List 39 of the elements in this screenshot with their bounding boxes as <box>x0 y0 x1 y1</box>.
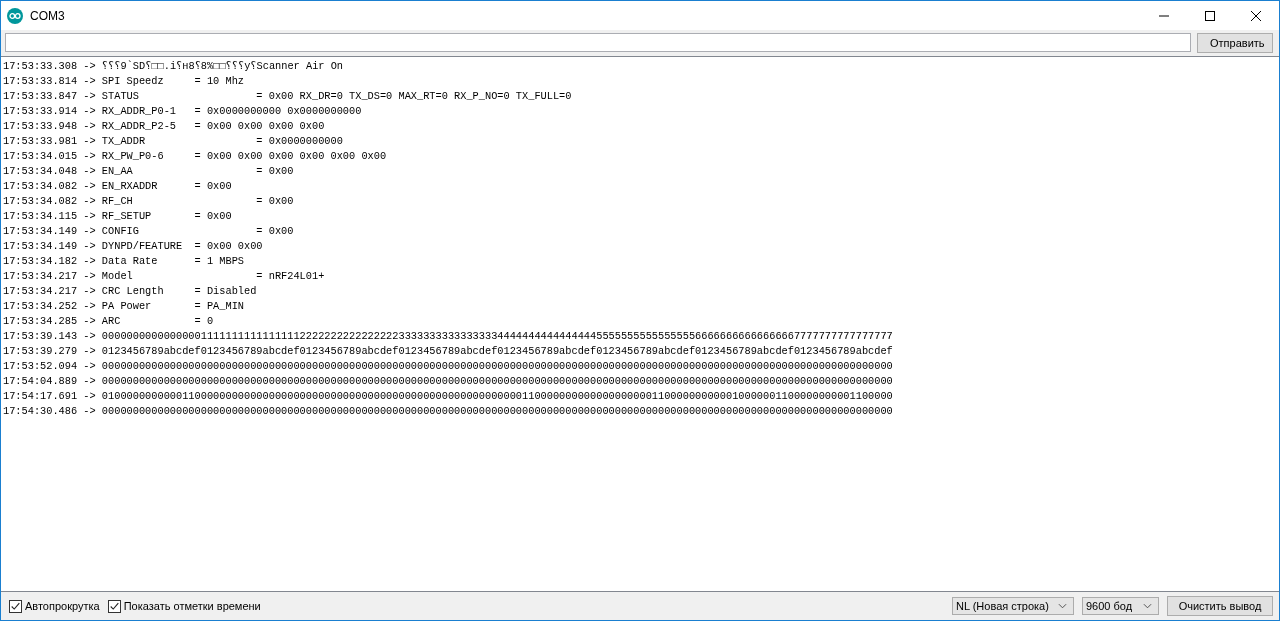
baud-dropdown[interactable]: 9600 бод <box>1082 597 1159 615</box>
log-line: 17:53:34.182 -> Data Rate = 1 MBPS <box>3 254 244 269</box>
checkbox-label: Показать отметки времени <box>123 600 261 612</box>
log-line: 17:53:34.217 -> Model = nRF24L01+ <box>3 269 325 284</box>
log-line: 17:54:30.486 -> 00000000000000000000000000000000000000000000000000000000000000000000000000000000000000000000000000000000000000000000000000000000 <box>3 404 893 419</box>
log-line: 17:53:34.082 -> RF_CH = 0x00 <box>3 194 294 209</box>
clear-output-button[interactable]: Очистить вывод <box>1167 596 1273 616</box>
line-ending-dropdown[interactable]: NL (Новая строка) <box>952 597 1074 615</box>
log-line: 17:54:04.889 -> 00000000000000000000000000000000000000000000000000000000000000000000000000000000000000000000000000000000000000000000000000000000 <box>3 374 893 389</box>
chevron-icon <box>1058 603 1067 609</box>
checkbox[interactable] <box>107 599 121 613</box>
send-button[interactable]: Отправить <box>1197 32 1273 53</box>
log-line: 17:53:33.814 -> SPI Speedz = 10 Mhz <box>3 74 244 89</box>
log-line: 17:53:34.015 -> RX_PW_P0-6 = 0x00 0x00 0x00 0x00 0x00 0x00 <box>3 149 387 164</box>
log-line: 17:53:33.948 -> RX_ADDR_P2-5 = 0x00 0x00 0x00 0x00 <box>3 119 325 134</box>
checkbox[interactable] <box>9 599 22 613</box>
log-line: 17:53:33.847 -> STATUS = 0x00 RX_DR=0 TX_DS=0 MAX_RT=0 RX_P_NO=0 TX_FULL=0 <box>3 89 572 104</box>
log-line: 17:53:39.143 -> 00000000000000001111111111111111222222222222222233333333333333334444444444444444555555555555555566666666666666667777777777777777 <box>3 329 893 344</box>
app-logo-icon <box>7 7 23 24</box>
window-title: COM3 <box>30 8 65 23</box>
log-line: 17:53:34.115 -> RF_SETUP = 0x00 <box>3 209 232 224</box>
log-line: 17:53:34.285 -> ARC = 0 <box>3 314 214 329</box>
log-line: 17:53:33.308 -> ⸮⸮⸮9`SD⸮□□.i⸮н8⸮8%□□⸮⸮⸮y⸮Scanner Air On <box>3 59 344 74</box>
log-line: 17:53:34.252 -> PA Power = PA_MIN <box>3 299 244 314</box>
log-line: 17:53:34.082 -> EN_RXADDR = 0x00 <box>3 179 232 194</box>
log-line: 17:53:34.048 -> EN_AA = 0x00 <box>3 164 294 179</box>
close-icon[interactable] <box>1250 9 1262 22</box>
chevron-icon <box>1143 603 1152 609</box>
log-line: 17:53:33.981 -> TX_ADDR = 0x0000000000 <box>3 134 343 149</box>
maximize-icon[interactable] <box>1204 9 1216 22</box>
log-line: 17:53:34.149 -> DYNPD/FEATURE = 0x00 0x00 <box>3 239 263 254</box>
log-line: 17:53:34.149 -> CONFIG = 0x00 <box>3 224 294 239</box>
log-line: 17:53:33.914 -> RX_ADDR_P0-1 = 0x0000000000 0x0000000000 <box>3 104 362 119</box>
log-line: 17:53:39.279 -> 0123456789abcdef0123456789abcdef0123456789abcdef0123456789abcdef0123456789abcdef0123456789abcdef0123456789abcdef0123456789abcdef <box>3 344 893 359</box>
log-line: 17:54:17.691 -> 01000000000001100000000000000000000000000000000000000000000000000000110000000000000000000110000000000010000001100000000001100000 <box>3 389 893 404</box>
log-line: 17:53:52.094 -> 00000000000000000000000000000000000000000000000000000000000000000000000000000000000000000000000000000000000000000000000000000000 <box>3 359 893 374</box>
input-field[interactable] <box>5 33 1191 52</box>
log-line: 17:53:34.217 -> CRC Length = Disabled <box>3 284 257 299</box>
checkbox-label: Автопрокрутка <box>25 600 100 612</box>
